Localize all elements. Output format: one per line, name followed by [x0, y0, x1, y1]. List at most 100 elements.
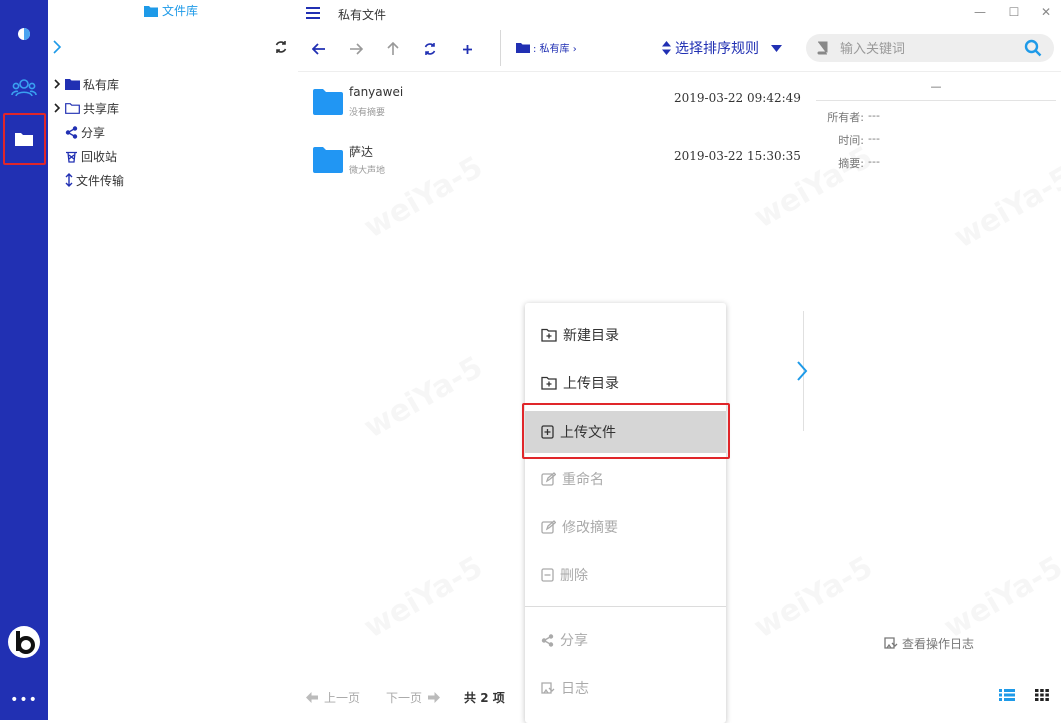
- detail-summary: 摘要: ---: [838, 155, 880, 170]
- menu-icon: [306, 7, 320, 19]
- delete-icon: [541, 568, 554, 582]
- folder-icon: [144, 5, 158, 17]
- tree-node-share[interactable]: 分享: [52, 123, 105, 141]
- app-logo-icon[interactable]: [0, 12, 48, 56]
- list-view-button[interactable]: [999, 689, 1015, 701]
- menu-item-upload-folder[interactable]: 上传目录: [525, 363, 726, 403]
- sort-select[interactable]: 选择排序规则: [662, 38, 782, 58]
- add-button[interactable]: [454, 38, 480, 60]
- edit-icon: [541, 520, 556, 534]
- details-divider: [816, 100, 1056, 101]
- arrow-up-icon: [387, 42, 399, 55]
- folder-outline-icon: [65, 103, 80, 114]
- tree-title: 文件库: [144, 2, 198, 19]
- menu-item-new-folder[interactable]: 新建目录: [525, 315, 726, 355]
- file-date: 2019-03-22 09:42:49: [674, 91, 801, 105]
- file-name: 萨达: [349, 145, 374, 159]
- menu-item-delete[interactable]: 删除: [525, 555, 726, 595]
- grid-view-icon: [1035, 689, 1049, 701]
- detail-owner: 所有者: ---: [827, 109, 880, 124]
- menu-divider: [525, 606, 726, 607]
- watermark: weiYa-5: [938, 550, 1061, 646]
- menu-item-edit-summary[interactable]: 修改摘要: [525, 507, 726, 547]
- menu-item-share[interactable]: 分享: [525, 620, 726, 660]
- rail-highlight-box: [3, 113, 46, 165]
- back-button[interactable]: [306, 38, 332, 60]
- window-title: 私有文件: [338, 8, 387, 22]
- details-heading: —: [930, 80, 942, 93]
- folder-icon: [313, 89, 343, 115]
- users-icon[interactable]: [0, 66, 48, 110]
- close-button[interactable]: ✕: [1036, 4, 1056, 20]
- title-bar: 私有文件 — ☐ ✕: [298, 0, 1061, 30]
- folder-upload-icon: [541, 376, 557, 390]
- refresh-icon: [275, 41, 287, 53]
- folder-plus-icon: [541, 328, 557, 342]
- pagination: 上一页 下一页 共 2 项: [306, 689, 505, 706]
- chevron-right-icon: [53, 103, 60, 113]
- hamburger-menu-button[interactable]: [306, 7, 320, 19]
- toolbar: : 私有库 › 选择排序规则: [298, 30, 1061, 70]
- file-summary: 没有摘要: [349, 108, 386, 118]
- arrow-right-icon: [350, 43, 363, 55]
- tree-node-private-library[interactable]: 私有库: [52, 75, 119, 93]
- watermark: weiYa-5: [948, 160, 1061, 256]
- folder-icon: [516, 43, 530, 53]
- maximize-button[interactable]: ☐: [1004, 4, 1024, 20]
- context-menu: 新建目录 上传目录 上传文件 重命名 修改摘要 删除 分享 日志: [525, 303, 726, 723]
- search-button[interactable]: [1024, 39, 1042, 57]
- left-rail: •••: [0, 0, 48, 720]
- refresh-button[interactable]: [417, 38, 443, 60]
- file-name: fanyawei: [349, 85, 404, 99]
- plus-icon: [462, 44, 472, 54]
- file-row[interactable]: fanyawei 没有摘要 2019-03-22 09:42:49: [298, 81, 808, 131]
- share-icon: [65, 125, 78, 139]
- chevron-right-icon: [797, 361, 808, 381]
- watermark: weiYa-5: [748, 550, 879, 646]
- arrow-right-icon: [428, 692, 441, 703]
- book-icon: [817, 41, 828, 55]
- search-icon: [1024, 39, 1042, 57]
- edit-icon: [541, 472, 556, 486]
- toolbar-underline: [298, 71, 1061, 72]
- watermark: weiYa-5: [358, 550, 489, 646]
- minimize-button[interactable]: —: [970, 4, 990, 20]
- view-log-button[interactable]: 查看操作日志: [884, 635, 974, 652]
- detail-time: 时间: ---: [838, 132, 880, 147]
- grid-view-button[interactable]: [1035, 689, 1049, 701]
- tree-node-recycle-bin[interactable]: 回收站: [52, 147, 117, 165]
- log-icon: [884, 637, 898, 649]
- file-date: 2019-03-22 15:30:35: [674, 149, 801, 163]
- tree-node-shared-library[interactable]: 共享库: [52, 99, 119, 117]
- more-menu-button[interactable]: •••: [0, 692, 48, 708]
- panel-toggle-button[interactable]: [796, 360, 808, 382]
- file-upload-icon: [541, 425, 554, 439]
- toolbar-divider: [500, 30, 501, 66]
- tree-node-file-transfer[interactable]: 文件传输: [52, 171, 124, 189]
- menu-item-rename[interactable]: 重命名: [525, 459, 726, 499]
- breadcrumb[interactable]: : 私有库 ›: [516, 40, 577, 55]
- tree-refresh-button[interactable]: [274, 40, 288, 54]
- search-input[interactable]: [838, 38, 1022, 60]
- file-row[interactable]: 萨达 微大声地 2019-03-22 15:30:35: [298, 139, 808, 189]
- menu-item-log[interactable]: 日志: [525, 668, 726, 708]
- chevron-right-icon: [53, 40, 62, 54]
- prev-page-button[interactable]: 上一页: [324, 689, 360, 706]
- arrow-left-icon: [312, 43, 325, 55]
- folder-icon: [313, 147, 343, 173]
- sort-icon: [662, 41, 671, 55]
- menu-item-upload-file[interactable]: 上传文件: [525, 411, 726, 453]
- caret-down-icon: [771, 44, 782, 52]
- list-view-icon: [999, 689, 1015, 701]
- brand-logo-icon: [0, 620, 48, 664]
- folder-filled-icon: [65, 79, 80, 90]
- share-icon: [541, 633, 554, 647]
- next-page-button[interactable]: 下一页: [386, 689, 422, 706]
- watermark: weiYa-5: [358, 350, 489, 446]
- expand-tree-button[interactable]: [52, 40, 62, 54]
- forward-button[interactable]: [343, 38, 369, 60]
- chevron-right-icon: [53, 79, 60, 89]
- up-button[interactable]: [380, 38, 406, 60]
- total-count: 共 2 项: [464, 691, 505, 705]
- arrow-left-icon: [306, 692, 318, 703]
